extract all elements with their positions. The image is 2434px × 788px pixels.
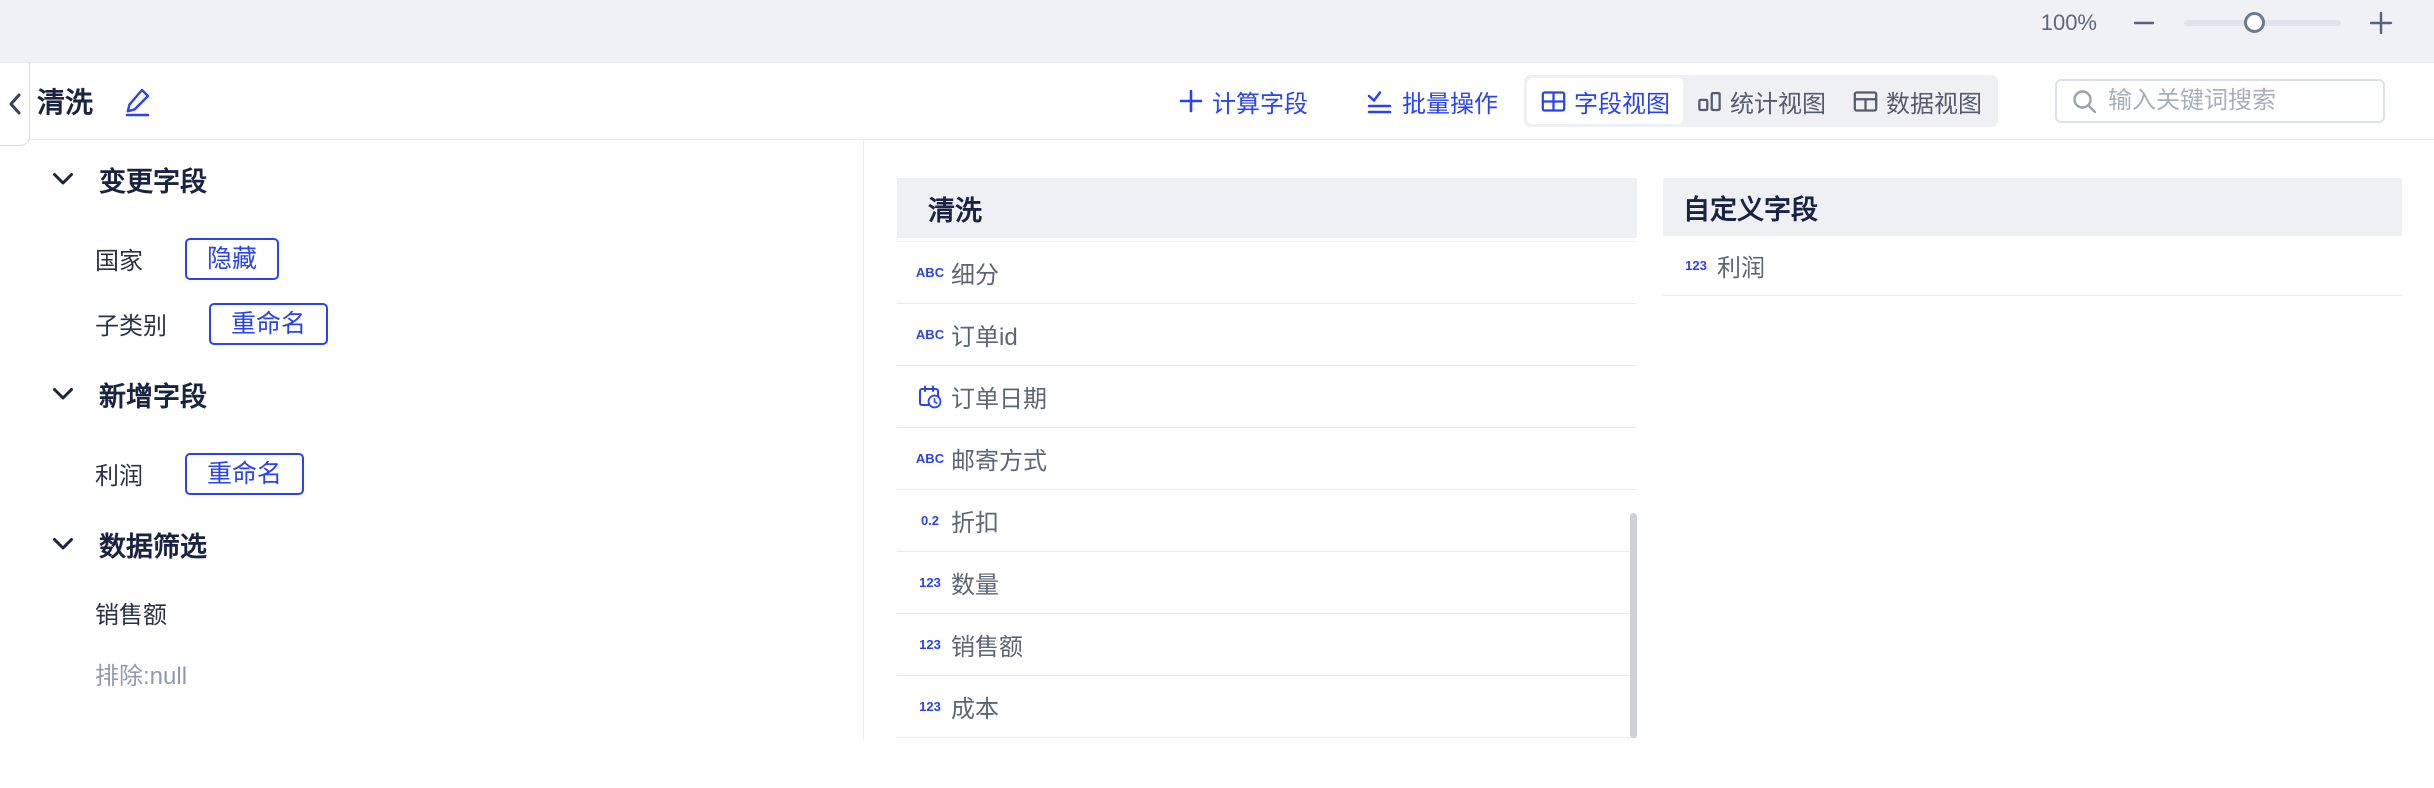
zoom-level: 100% [2040,10,2097,35]
left-panel: 变更字段 国家 隐藏 子类别 重命名 新增字段 利润 重命名 数据筛选 销售额 … [0,140,863,690]
section-header[interactable]: 变更字段 [52,162,863,197]
batch-ops-label: 批量操作 [1402,90,1498,118]
zoom-in-button[interactable] [2369,11,2393,35]
custom-fields-panel: 自定义字段 123 利润 [1663,178,2402,296]
table-icon [1853,90,1878,112]
header-toolbar: 计算字段 批量操作 字段视图 统计视图 数据视图 输入关键词搜索 [1179,75,2385,127]
field-name: 订单id [951,324,1018,351]
check-list-icon [1367,90,1392,113]
field-name: 销售额 [951,634,1023,661]
section-title: 新增字段 [99,381,207,412]
filter-label: 排除:null [95,662,188,690]
clean-panel-header: 清洗 [897,178,1637,238]
section-title: 数据筛选 [99,531,207,562]
view-switcher: 字段视图 统计视图 数据视图 [1524,75,1998,127]
field-name: 细分 [951,262,999,289]
field-row[interactable]: 123 数量 [897,552,1637,614]
number-icon: 123 [919,575,941,590]
section-title: 变更字段 [99,166,207,197]
abc-icon: ABC [915,327,945,342]
chevron-down-icon [53,173,73,185]
zoom-out-button[interactable] [2134,13,2154,33]
zoom-slider-knob[interactable] [2244,12,2265,33]
field-name: 折扣 [951,510,999,537]
field-row[interactable]: 订单日期 [897,366,1637,428]
batch-ops-button[interactable]: 批量操作 [1366,84,1498,119]
bar-chart-icon [1698,91,1721,111]
plus-icon [2369,11,2393,35]
number-icon: 123 [919,637,941,652]
field-name: 数量 [951,572,999,599]
calc-field-label: 计算字段 [1212,90,1308,118]
chevron-left-icon [9,93,20,115]
number-icon: 123 [1685,258,1707,273]
page-header: 清洗 计算字段 批量操作 字段视图 统计视图 数据视图 输入关键词搜索 [0,63,2434,146]
field-label: 利润 [95,463,143,490]
custom-panel-header: 自定义字段 [1663,178,2402,236]
collapse-panel-button[interactable] [0,63,30,146]
field-action-button[interactable]: 重命名 [209,302,329,345]
filter-row: 销售额 [95,597,863,629]
field-name: 利润 [1717,255,1765,282]
minus-icon [2134,21,2154,25]
section-header[interactable]: 数据筛选 [52,527,863,562]
view-segment-label: 字段视图 [1574,90,1670,118]
chevron-down-icon [53,538,73,550]
view-segment-stats[interactable]: 统计视图 [1683,78,1839,124]
field-row[interactable]: ABC 订单id [897,304,1637,366]
edit-title-button[interactable] [121,84,155,118]
field-action-button[interactable]: 隐藏 [185,237,280,280]
scrollbar-thumb[interactable] [1630,513,1637,738]
decimal-icon: 0.2 [920,513,940,528]
clean-field-list: ABC 细分 ABC 订单id 订单日期 ABC 邮寄方式 0.2 折扣 123… [897,241,1637,738]
custom-field-list: 123 利润 [1663,236,2402,296]
view-segment-label: 统计视图 [1730,90,1826,118]
field-name: 邮寄方式 [951,448,1047,475]
field-row[interactable]: 0.2 折扣 [897,490,1637,552]
view-segment-data[interactable]: 数据视图 [1839,78,1995,124]
field-row[interactable]: ABC 细分 [897,242,1637,304]
field-action-button[interactable]: 重命名 [185,452,305,495]
chevron-down-icon [53,388,73,400]
field-label: 子类别 [95,313,167,340]
top-zoom-bar: 100% [0,0,2434,63]
number-icon: 123 [919,699,941,714]
view-segment-label: 数据视图 [1886,90,1982,118]
field-row[interactable]: 123 成本 [897,676,1637,738]
field-name: 订单日期 [951,386,1047,413]
page-title: 清洗 [37,87,94,118]
view-segment-field[interactable]: 字段视图 [1527,78,1683,124]
abc-icon: ABC [915,265,945,280]
search-input[interactable] [2108,87,2383,115]
clean-panel-title: 清洗 [928,195,982,226]
search-box[interactable] [2055,79,2385,123]
abc-icon: ABC [915,451,945,466]
field-row[interactable]: ABC 邮寄方式 [897,428,1637,490]
field-name: 成本 [951,696,999,723]
panel-divider [863,140,864,740]
field-label: 国家 [95,248,143,275]
field-row[interactable]: 123 利润 [1663,236,2402,296]
filter-row: 排除:null [95,658,863,690]
clean-fields-panel: 清洗 ABC 细分 ABC 订单id 订单日期 ABC 邮寄方式 0.2 折扣 … [897,178,1637,738]
custom-panel-title: 自定义字段 [1683,194,1818,225]
field-change-row: 子类别 重命名 [95,302,863,345]
edit-pencil-icon [125,88,150,117]
main-content: 变更字段 国家 隐藏 子类别 重命名 新增字段 利润 重命名 数据筛选 销售额 … [0,140,2434,788]
field-change-row: 国家 隐藏 [95,237,863,280]
search-icon [2073,89,2097,113]
filter-label: 销售额 [95,601,167,629]
grid-icon [1541,90,1566,112]
plus-icon [1179,89,1203,113]
field-row[interactable]: 123 销售额 [897,614,1637,676]
section-header[interactable]: 新增字段 [52,377,863,412]
calendar-clock-icon [917,384,943,410]
field-change-row: 利润 重命名 [95,452,863,495]
zoom-slider[interactable] [2184,12,2341,33]
calc-field-button[interactable]: 计算字段 [1179,84,1308,119]
